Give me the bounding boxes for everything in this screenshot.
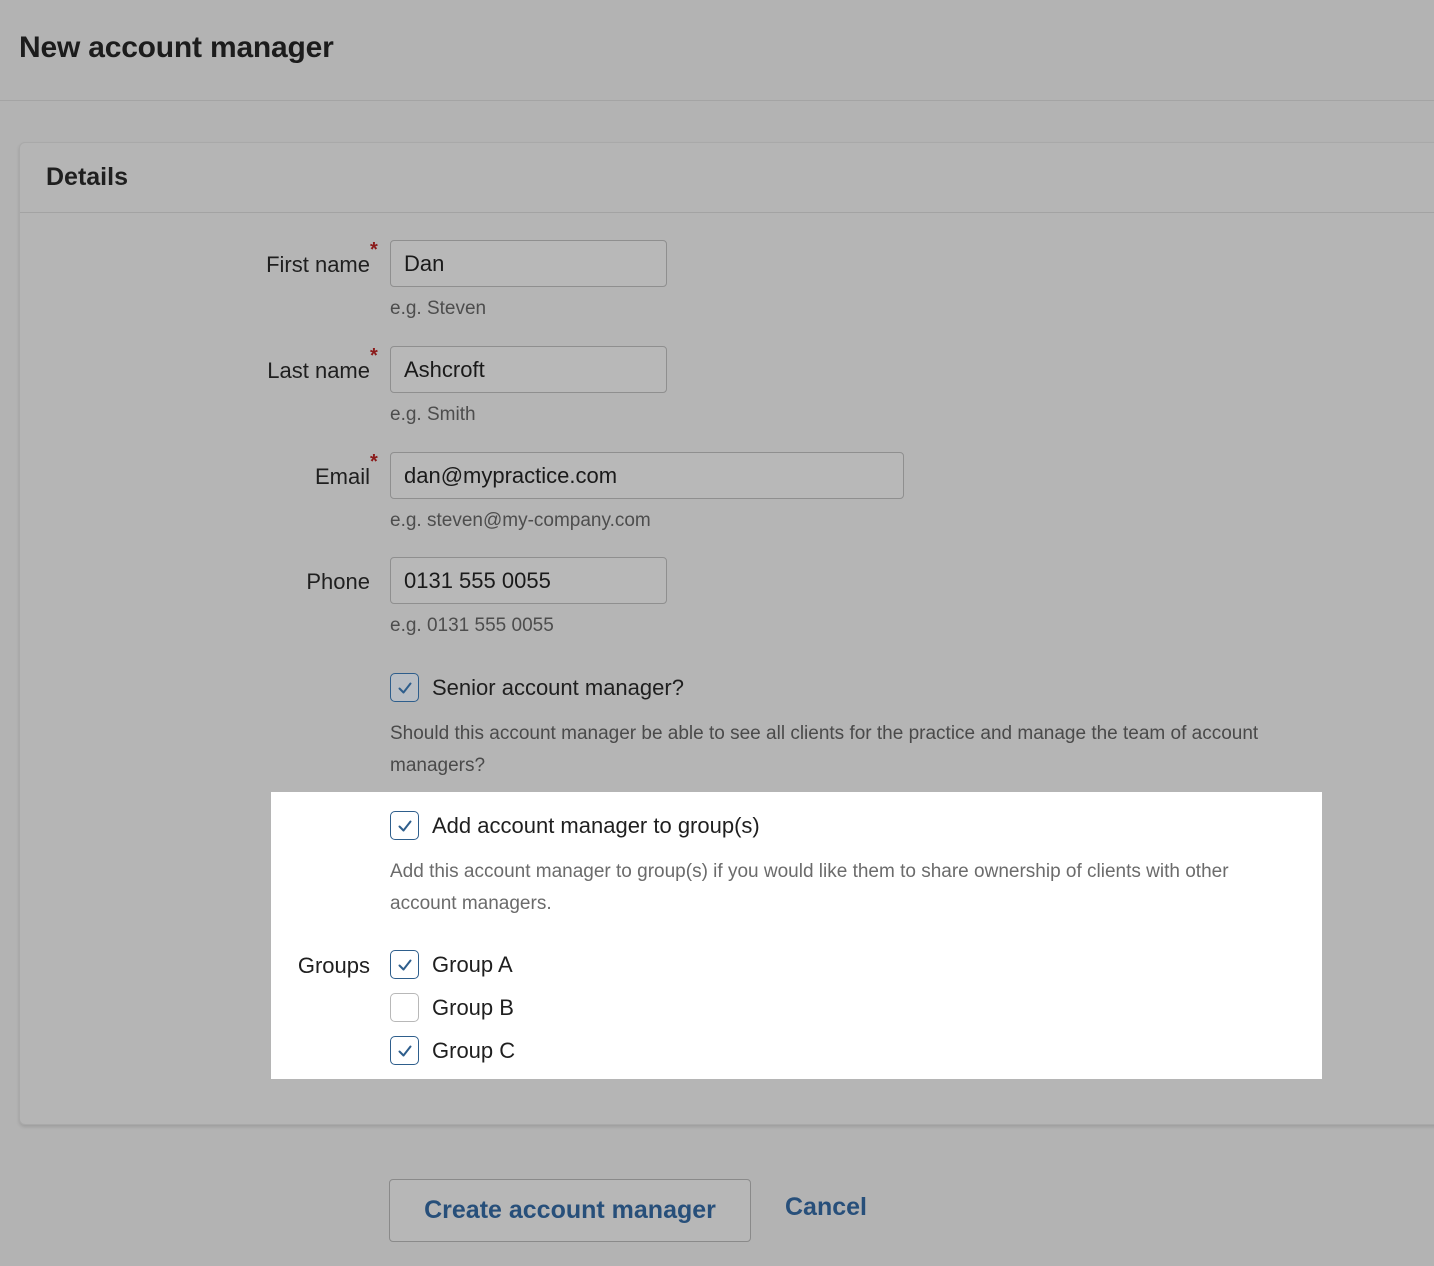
senior-account-manager-help-line-2: managers? xyxy=(390,755,486,776)
group-b-option[interactable]: Group B xyxy=(390,993,514,1022)
create-account-manager-button[interactable]: Create account manager xyxy=(389,1179,751,1242)
last-name-required-marker: * xyxy=(370,345,378,367)
senior-account-manager-label: Senior account manager? xyxy=(432,674,684,700)
phone-hint: e.g. 0131 555 0055 xyxy=(390,615,554,636)
email-hint: e.g. steven@my-company.com xyxy=(390,510,651,531)
email-input[interactable] xyxy=(390,452,904,499)
group-b-checkbox[interactable] xyxy=(390,993,419,1022)
group-a-option[interactable]: Group A xyxy=(390,950,513,979)
senior-account-manager-help-line-1: Should this account manager be able to s… xyxy=(390,723,1259,744)
details-panel-header: Details xyxy=(20,143,1434,213)
first-name-hint: e.g. Steven xyxy=(390,298,487,319)
phone-input[interactable] xyxy=(390,557,667,604)
last-name-label: Last name xyxy=(267,358,370,383)
group-b-label: Group B xyxy=(432,994,514,1020)
last-name-hint: e.g. Smith xyxy=(390,404,476,425)
add-to-groups-option[interactable]: Add account manager to group(s) xyxy=(390,811,760,840)
first-name-input[interactable] xyxy=(390,240,667,287)
phone-label: Phone xyxy=(306,569,370,594)
add-to-groups-help-line-1: Add this account manager to group(s) if … xyxy=(390,861,1229,882)
page-title: New account manager xyxy=(19,31,334,64)
last-name-input[interactable] xyxy=(390,346,667,393)
first-name-label: First name xyxy=(266,252,370,277)
group-a-checkbox[interactable] xyxy=(390,950,419,979)
checkmark-icon xyxy=(398,682,411,693)
checkmark-icon xyxy=(398,820,411,831)
checkmark-icon xyxy=(398,959,411,970)
page: New account manager Details First name *… xyxy=(0,0,1434,1266)
cancel-link[interactable]: Cancel xyxy=(785,1193,867,1222)
add-to-groups-help-line-2: account managers. xyxy=(390,893,552,914)
add-to-groups-label: Add account manager to group(s) xyxy=(432,812,760,838)
email-required-marker: * xyxy=(370,451,378,473)
email-label: Email xyxy=(314,464,370,489)
group-c-option[interactable]: Group C xyxy=(390,1036,515,1065)
senior-account-manager-checkbox[interactable] xyxy=(390,673,419,702)
first-name-required-marker: * xyxy=(370,239,378,261)
add-to-groups-checkbox[interactable] xyxy=(390,811,419,840)
groups-label: Groups xyxy=(297,953,370,978)
group-a-label: Group A xyxy=(432,951,513,977)
senior-account-manager-option[interactable]: Senior account manager? xyxy=(390,673,684,702)
details-panel-title: Details xyxy=(46,163,128,191)
group-c-checkbox[interactable] xyxy=(390,1036,419,1065)
checkmark-icon xyxy=(398,1045,411,1056)
page-header: New account manager xyxy=(0,0,1434,101)
group-c-label: Group C xyxy=(432,1037,516,1063)
